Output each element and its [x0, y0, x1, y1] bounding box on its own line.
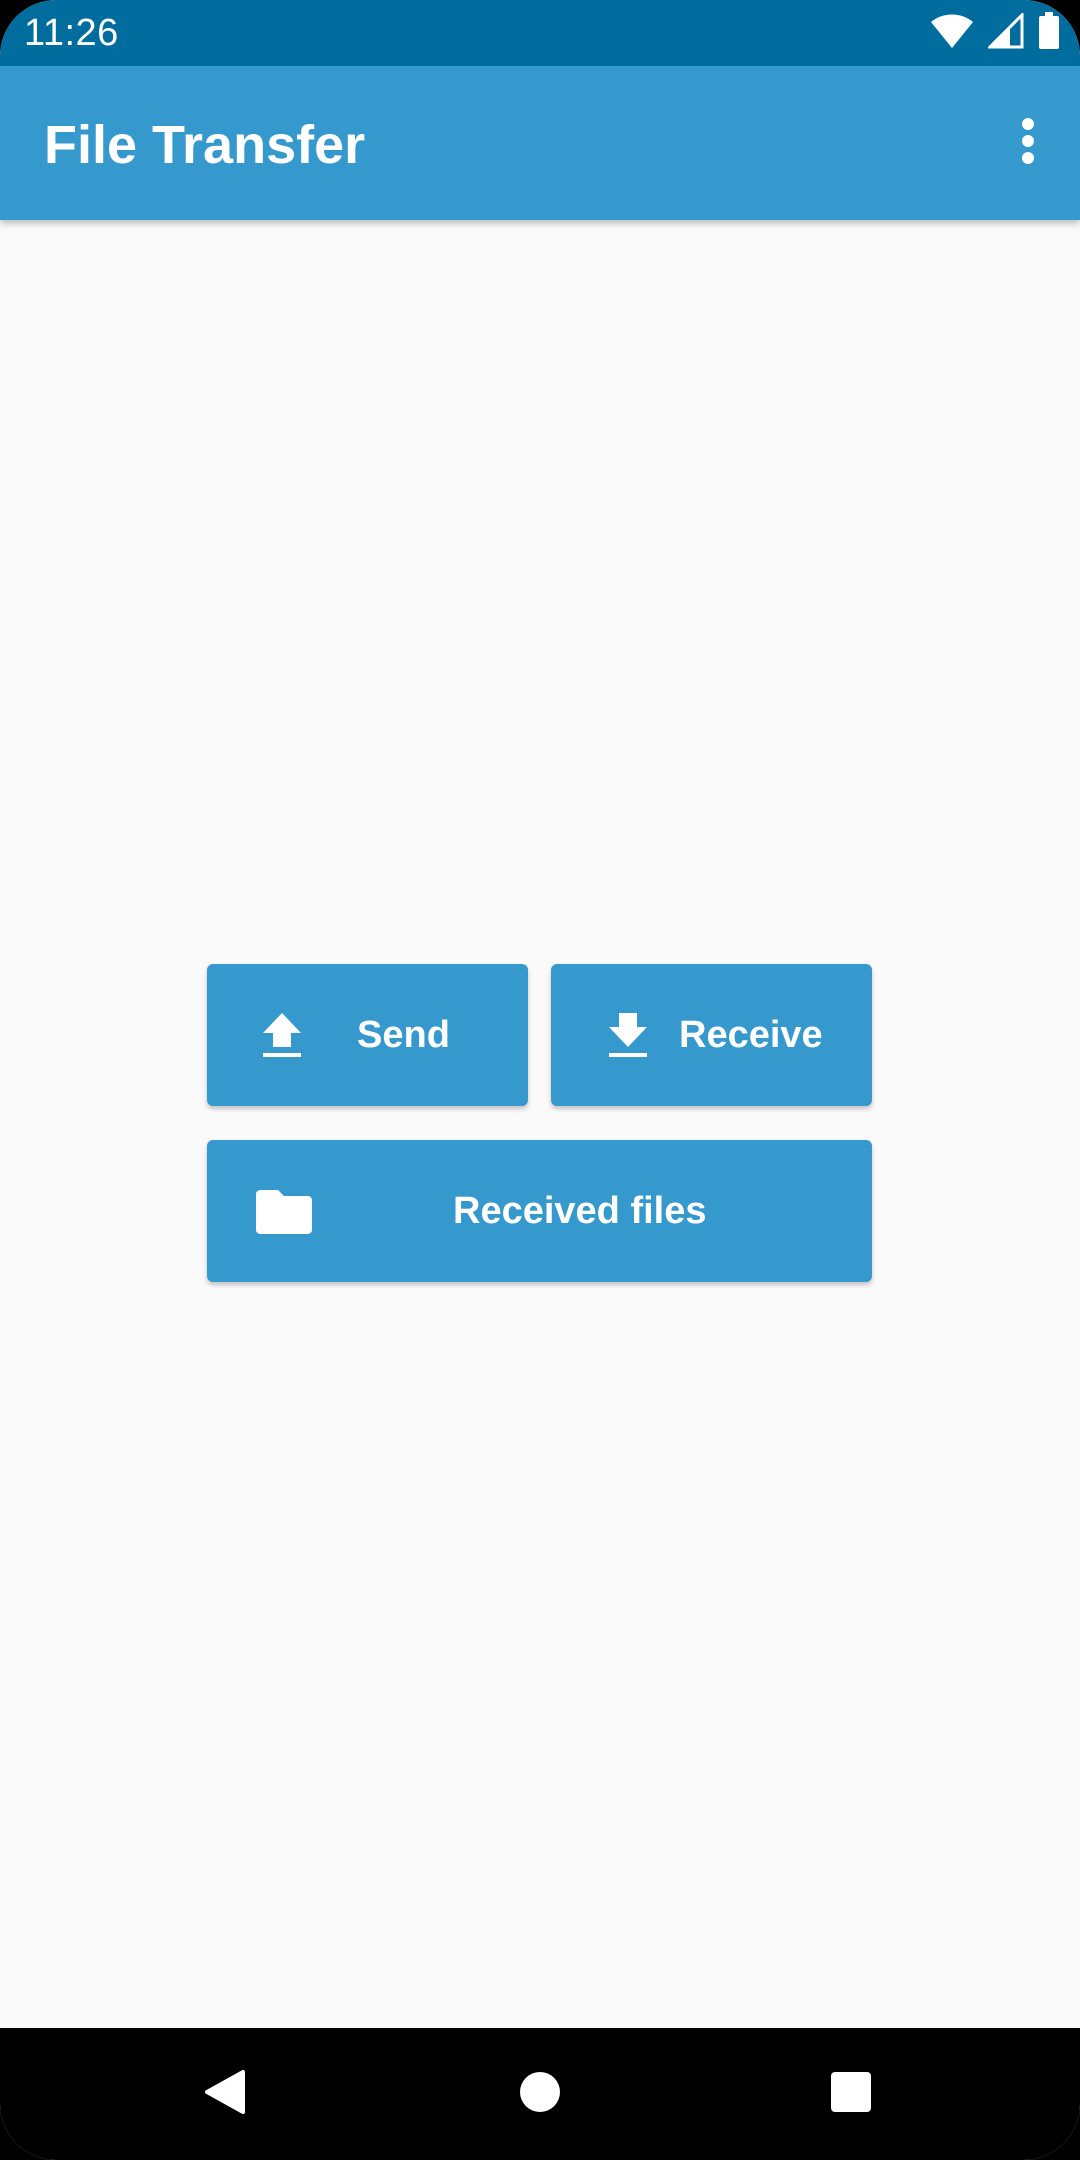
back-button[interactable] [185, 2054, 265, 2134]
app-title: File Transfer [44, 115, 366, 175]
main-content: Send Receive Received files [0, 220, 1080, 2028]
receive-button[interactable]: Receive [551, 964, 872, 1106]
recents-icon [830, 2071, 872, 2118]
receive-label: Receive [679, 1014, 823, 1056]
wifi-icon [930, 13, 974, 54]
app-bar: File Transfer [0, 66, 1080, 220]
device-screen: 11:26 File Transfer Send Receive Receive… [0, 0, 1080, 2160]
overflow-menu-button[interactable] [998, 108, 1058, 178]
more-vert-icon [1021, 117, 1035, 170]
cell-signal-icon [986, 10, 1024, 54]
back-icon [203, 2068, 247, 2121]
recents-button[interactable] [811, 2054, 891, 2134]
status-time: 11:26 [24, 12, 119, 54]
home-icon [519, 2071, 561, 2118]
battery-icon [1038, 11, 1060, 55]
folder-icon [255, 1186, 313, 1236]
send-button[interactable]: Send [207, 964, 528, 1106]
download-icon [605, 1010, 651, 1060]
received-files-label: Received files [453, 1190, 707, 1232]
navigation-bar [0, 2028, 1080, 2160]
home-button[interactable] [500, 2054, 580, 2134]
received-files-button[interactable]: Received files [207, 1140, 872, 1282]
status-bar: 11:26 [0, 0, 1080, 66]
send-label: Send [357, 1014, 450, 1056]
upload-icon [259, 1010, 305, 1060]
status-icons [930, 10, 1060, 55]
